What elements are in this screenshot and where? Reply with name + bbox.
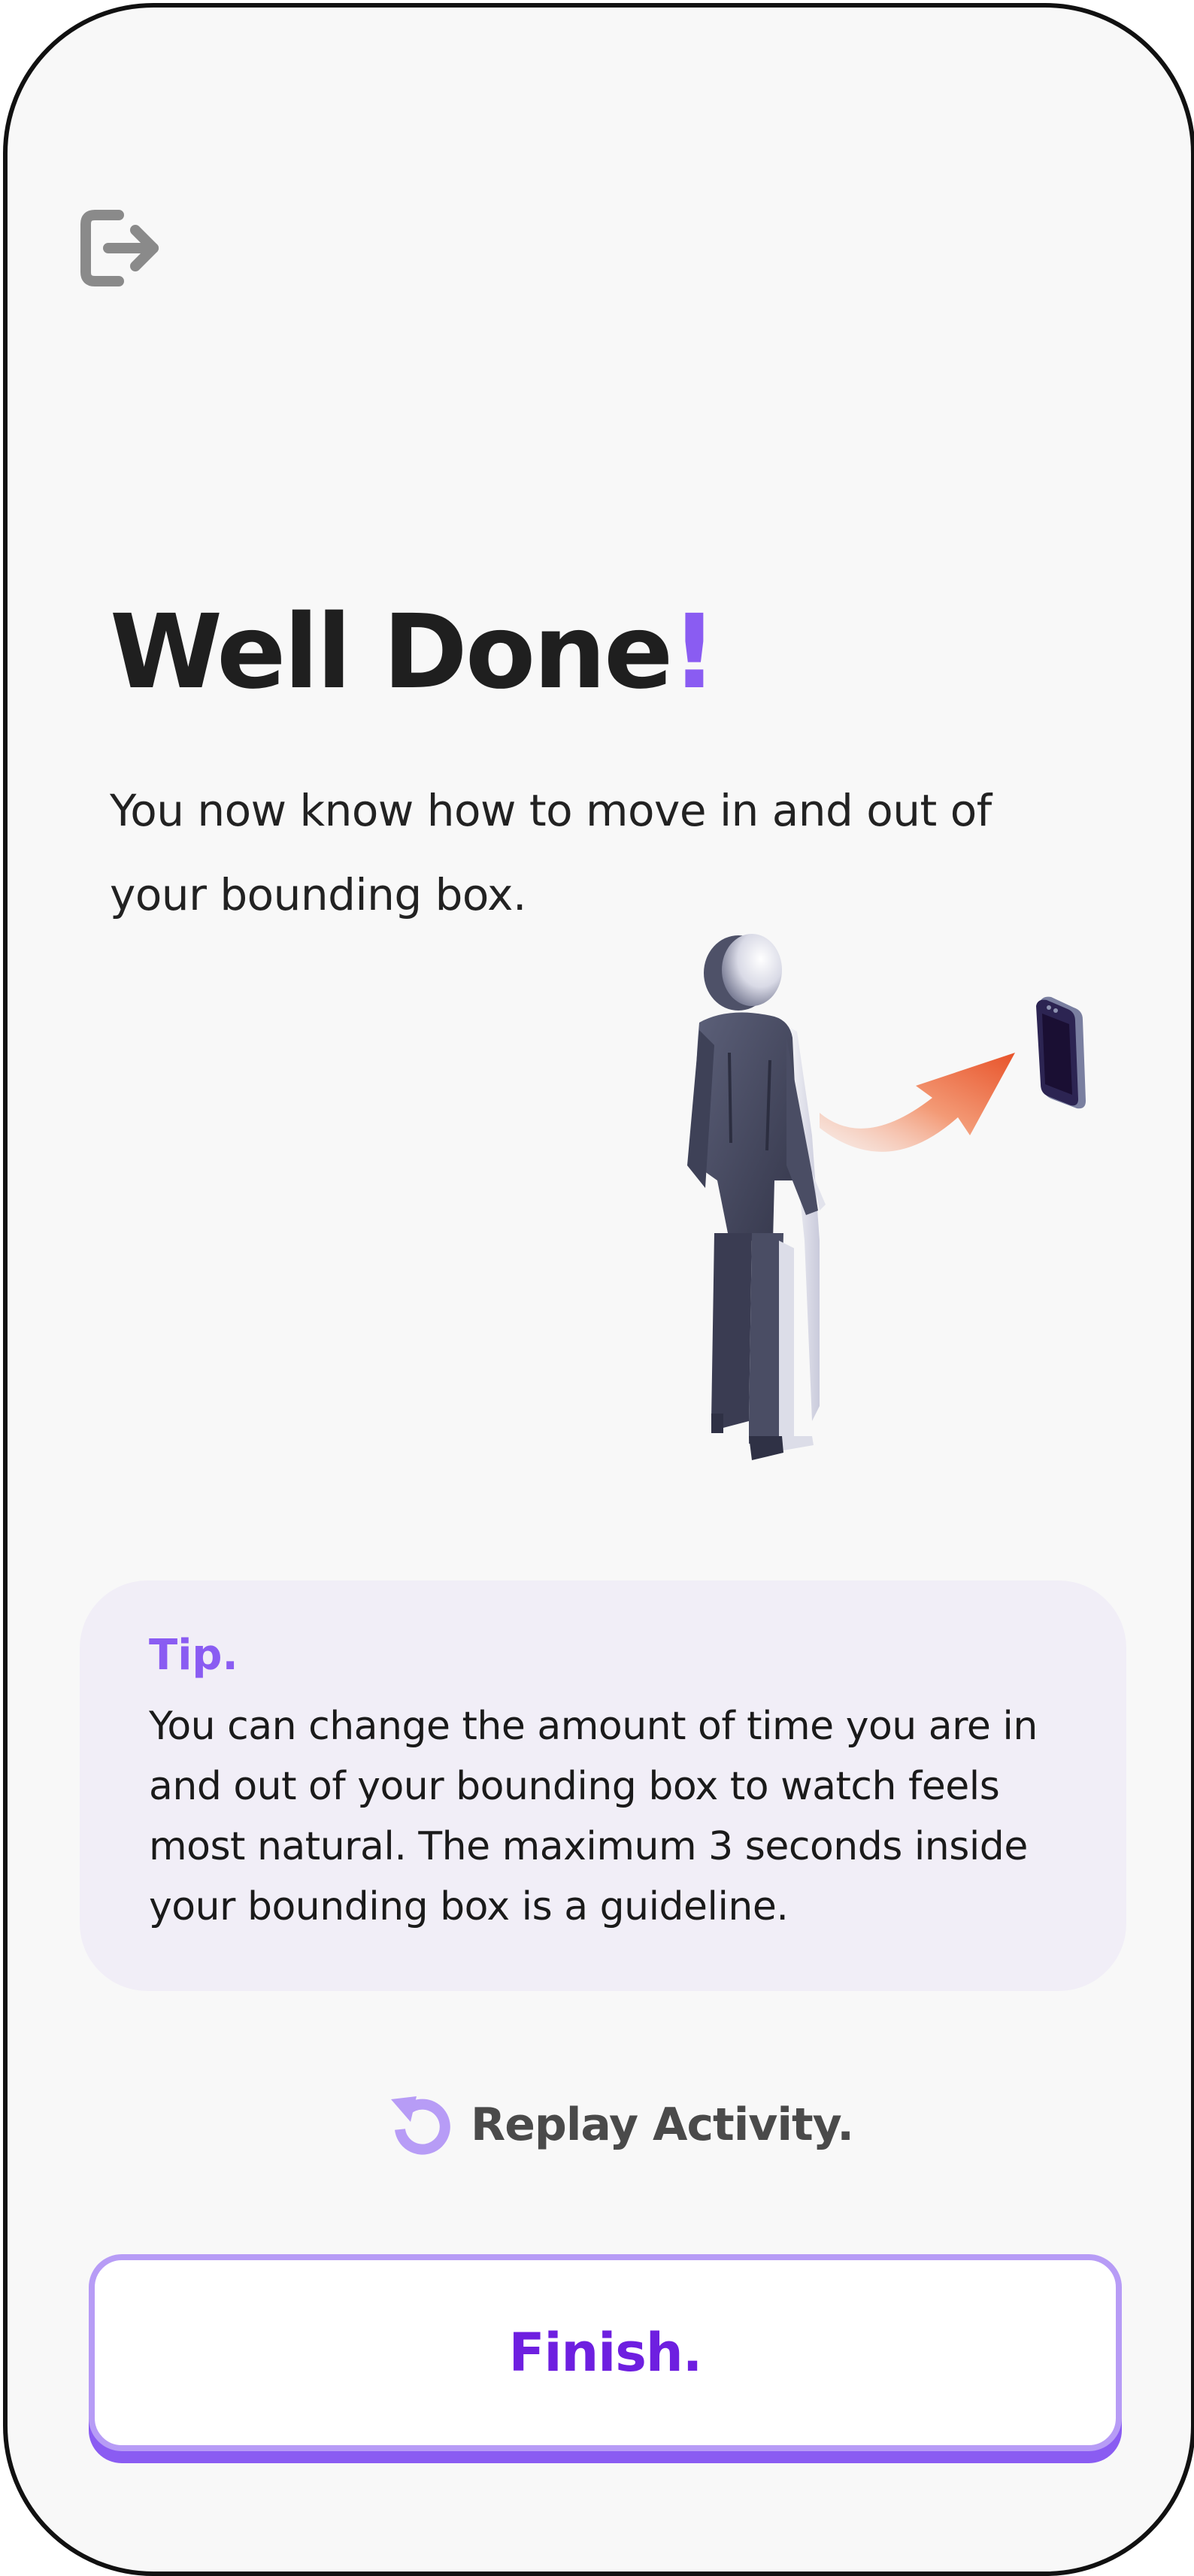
phone-screen: Well Done! You now know how to move in a… — [3, 3, 1194, 2576]
tip-label: Tip. — [149, 1631, 238, 1680]
tip-card: Tip. You can change the amount of time y… — [80, 1580, 1126, 1991]
person-phone-illustration — [639, 925, 1120, 1481]
title-text: Well Done — [110, 593, 673, 712]
replay-activity-button[interactable]: Replay Activity. — [386, 2087, 854, 2162]
exit-icon — [80, 210, 159, 286]
replay-icon — [386, 2092, 453, 2158]
finish-label: Finish. — [508, 2322, 703, 2384]
finish-button[interactable]: Finish. — [89, 2254, 1122, 2451]
title-exclamation: ! — [671, 593, 717, 712]
page-title: Well Done! — [110, 602, 717, 704]
exit-button[interactable] — [80, 209, 164, 287]
tip-text: You can change the amount of time you ar… — [149, 1704, 1038, 1929]
replay-activity-label: Replay Activity. — [471, 2099, 854, 2151]
page-subtitle: You now know how to move in and out of y… — [110, 785, 992, 920]
